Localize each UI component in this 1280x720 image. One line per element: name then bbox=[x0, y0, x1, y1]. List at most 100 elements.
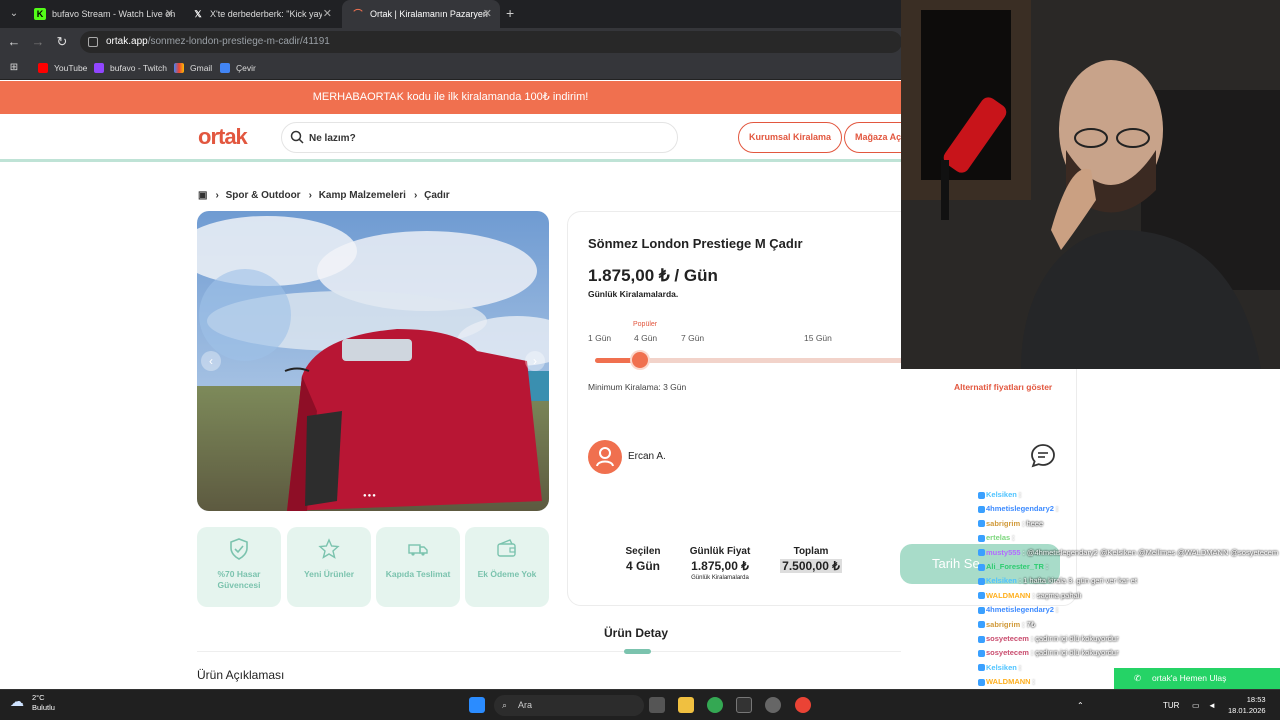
tab-product-detail[interactable]: Ürün Detay bbox=[604, 626, 668, 640]
close-icon[interactable]: ✕ bbox=[165, 0, 174, 28]
chat-message: Kelsiken : 1 hafta kirala 3. gün geri ve… bbox=[978, 574, 1137, 589]
cloud-icon: ☁ bbox=[10, 693, 24, 709]
close-icon[interactable]: ✕ bbox=[323, 0, 332, 28]
feature-badges: %70 Hasar Güvencesi Yeni Ürünler Kapıda … bbox=[197, 527, 549, 607]
twitch-icon bbox=[94, 63, 104, 73]
chat-username[interactable]: Kelsiken bbox=[986, 490, 1017, 499]
chat-username[interactable]: 4hmetislegendary2 bbox=[986, 605, 1054, 614]
input-language[interactable]: TUR bbox=[1163, 690, 1179, 720]
wallet-icon bbox=[497, 539, 516, 557]
chat-text: : bbox=[1056, 504, 1059, 514]
bookmark-gmail[interactable]: Gmail bbox=[174, 61, 212, 75]
browser-tab-active[interactable]: ⌒ Ortak | Kiralamanın Pazaryeri ✕ bbox=[342, 0, 500, 28]
duration-option[interactable]: 1 Gün bbox=[588, 333, 611, 343]
browser-tab[interactable]: K bufavo Stream - Watch Live on ✕ bbox=[24, 0, 182, 28]
previous-image-arrow-icon[interactable]: ‹ bbox=[201, 351, 221, 371]
bookmark-translate[interactable]: Çevir bbox=[220, 61, 256, 75]
tray-chevron-icon[interactable]: ⌃ bbox=[1077, 690, 1084, 720]
back-arrow-icon[interactable]: ← bbox=[6, 34, 22, 50]
whatsapp-icon: ✆ bbox=[1134, 673, 1142, 683]
feature-door-delivery: Kapıda Teslimat bbox=[376, 527, 460, 607]
shield-check-icon bbox=[230, 538, 248, 560]
breadcrumb-item[interactable]: Çadır bbox=[424, 190, 450, 201]
start-windows-icon[interactable] bbox=[469, 697, 485, 713]
duration-option[interactable]: 15 Gün bbox=[804, 333, 832, 343]
browser-tab[interactable]: 𝕏 X'te derbederberk: "Kick yayıncı ✕ bbox=[182, 0, 340, 28]
summary-label: Günlük Fiyat bbox=[689, 546, 751, 557]
weather-label: Bulutlu bbox=[32, 703, 55, 712]
apps-grid-icon[interactable]: ⊞ bbox=[6, 60, 22, 76]
ortak-logo[interactable]: ortak bbox=[198, 124, 248, 150]
chat-username[interactable]: WALDMANN bbox=[986, 677, 1031, 686]
chat-text: : bbox=[1056, 605, 1059, 615]
chat-badge-icon bbox=[978, 678, 985, 686]
promo-banner[interactable]: MERHABAORTAK kodu ile ilk kiralamanda 10… bbox=[0, 81, 901, 114]
owner-avatar[interactable] bbox=[588, 440, 622, 474]
breadcrumb: ▣ › Spor & Outdoor › Kamp Malzemeleri › Çad… bbox=[198, 190, 450, 201]
url-path: /sonmez-london-prestiege-m-cadir/41191 bbox=[147, 36, 330, 47]
reload-icon[interactable]: ↻ bbox=[54, 34, 70, 50]
chat-username[interactable]: Kelsiken bbox=[986, 576, 1017, 585]
site-info-icon[interactable] bbox=[88, 37, 98, 47]
screen: ⌄ K bufavo Stream - Watch Live on ✕ 𝕏 X'… bbox=[0, 0, 1280, 720]
bookmark-twitch[interactable]: bufavo - Twitch bbox=[94, 61, 167, 75]
chat-username[interactable]: Kelsiken bbox=[986, 663, 1017, 672]
next-image-arrow-icon[interactable]: › bbox=[525, 351, 545, 371]
obs-icon[interactable] bbox=[765, 697, 781, 713]
chat-badge-icon bbox=[978, 534, 985, 542]
chat-username[interactable]: WALDMANN bbox=[986, 591, 1031, 600]
breadcrumb-item[interactable]: Kamp Malzemeleri bbox=[319, 190, 406, 201]
chat-text: : çadırın içi ölü kokuyordur bbox=[1031, 634, 1119, 643]
chrome-icon[interactable] bbox=[707, 697, 723, 713]
search-input[interactable]: Ne lazım? bbox=[281, 122, 678, 153]
chrome-profile-icon[interactable] bbox=[795, 697, 811, 713]
chat-username[interactable]: musty555 bbox=[986, 548, 1021, 557]
chat-username[interactable]: Ali_Forester_TR bbox=[986, 562, 1044, 571]
chat-message: Kelsiken : bbox=[978, 661, 1021, 676]
chat-username[interactable]: ertelas bbox=[986, 533, 1010, 542]
summary-selected: Seçilen 4 Gün bbox=[610, 546, 676, 573]
duration-slider-handle[interactable] bbox=[629, 350, 650, 370]
volume-icon[interactable]: ◄ bbox=[1208, 690, 1216, 720]
chat-username[interactable]: sosyetecem bbox=[986, 648, 1029, 657]
chat-message: 4hmetislegendary2 : bbox=[978, 502, 1058, 517]
chat-username[interactable]: sabrigrim bbox=[986, 519, 1020, 528]
duration-option[interactable]: 4 Gün bbox=[634, 333, 657, 343]
tab-list-chevron-icon[interactable]: ⌄ bbox=[6, 6, 22, 22]
owner-name[interactable]: Ercan A. bbox=[628, 451, 666, 462]
bookmark-label: YouTube bbox=[54, 63, 88, 73]
corporate-rental-button[interactable]: Kurumsal Kiralama bbox=[738, 122, 843, 153]
webcam-overlay bbox=[901, 0, 1280, 369]
task-view-icon[interactable] bbox=[649, 697, 665, 713]
network-icon[interactable]: ▭ bbox=[1192, 690, 1200, 720]
clock[interactable]: 18:53 18.01.2026 bbox=[1228, 694, 1266, 716]
breadcrumb-item[interactable]: Spor & Outdoor bbox=[226, 190, 301, 201]
weather-widget[interactable]: ☁ 2°C Bulutlu bbox=[10, 693, 55, 713]
chat-text: : @4hmetislegendary2 @Kelsiken @Mellimes… bbox=[1022, 547, 1279, 557]
whatsapp-contact-button[interactable]: ✆ ortak'a Hemen Ulaş bbox=[1114, 668, 1280, 689]
divider bbox=[197, 651, 901, 652]
message-icon[interactable] bbox=[1030, 443, 1056, 469]
store-icon[interactable]: ▣ bbox=[198, 190, 207, 201]
terminal-icon[interactable] bbox=[736, 697, 752, 713]
taskbar-search[interactable]: ⌕ Ara bbox=[494, 695, 644, 716]
clock-time: 18:53 bbox=[1246, 695, 1266, 704]
new-tab-plus-icon[interactable]: + bbox=[506, 5, 514, 21]
chat-text: : bbox=[1018, 490, 1022, 499]
duration-option[interactable]: 7 Gün bbox=[681, 333, 704, 343]
product-image-gallery[interactable]: ‹ › ●●● bbox=[197, 211, 549, 511]
chat-username[interactable]: sabrigrim bbox=[986, 620, 1020, 629]
forward-arrow-icon[interactable]: → bbox=[30, 34, 46, 50]
file-explorer-icon[interactable] bbox=[678, 697, 694, 713]
chat-username[interactable]: sosyetecem bbox=[986, 634, 1029, 643]
chat-badge-icon bbox=[978, 520, 985, 528]
close-icon[interactable]: ✕ bbox=[483, 0, 492, 28]
chat-message: WALDMANN : saçma pahalı bbox=[978, 589, 1081, 604]
windows-taskbar: ☁ 2°C Bulutlu ⌕ Ara ⌃ TUR ▭ ◄ 18:53 18.0… bbox=[0, 689, 1280, 720]
chat-message: sabrigrim : heee bbox=[978, 517, 1043, 532]
chat-message: Ali_Forester_TR : bbox=[978, 560, 1048, 575]
alternative-prices-link[interactable]: Alternatif fiyatları göster bbox=[954, 382, 1052, 392]
chat-username[interactable]: 4hmetislegendary2 bbox=[986, 504, 1054, 513]
url-field[interactable]: ortak.app/sonmez-london-prestiege-m-cadi… bbox=[80, 31, 902, 53]
bookmark-youtube[interactable]: YouTube bbox=[38, 61, 87, 75]
